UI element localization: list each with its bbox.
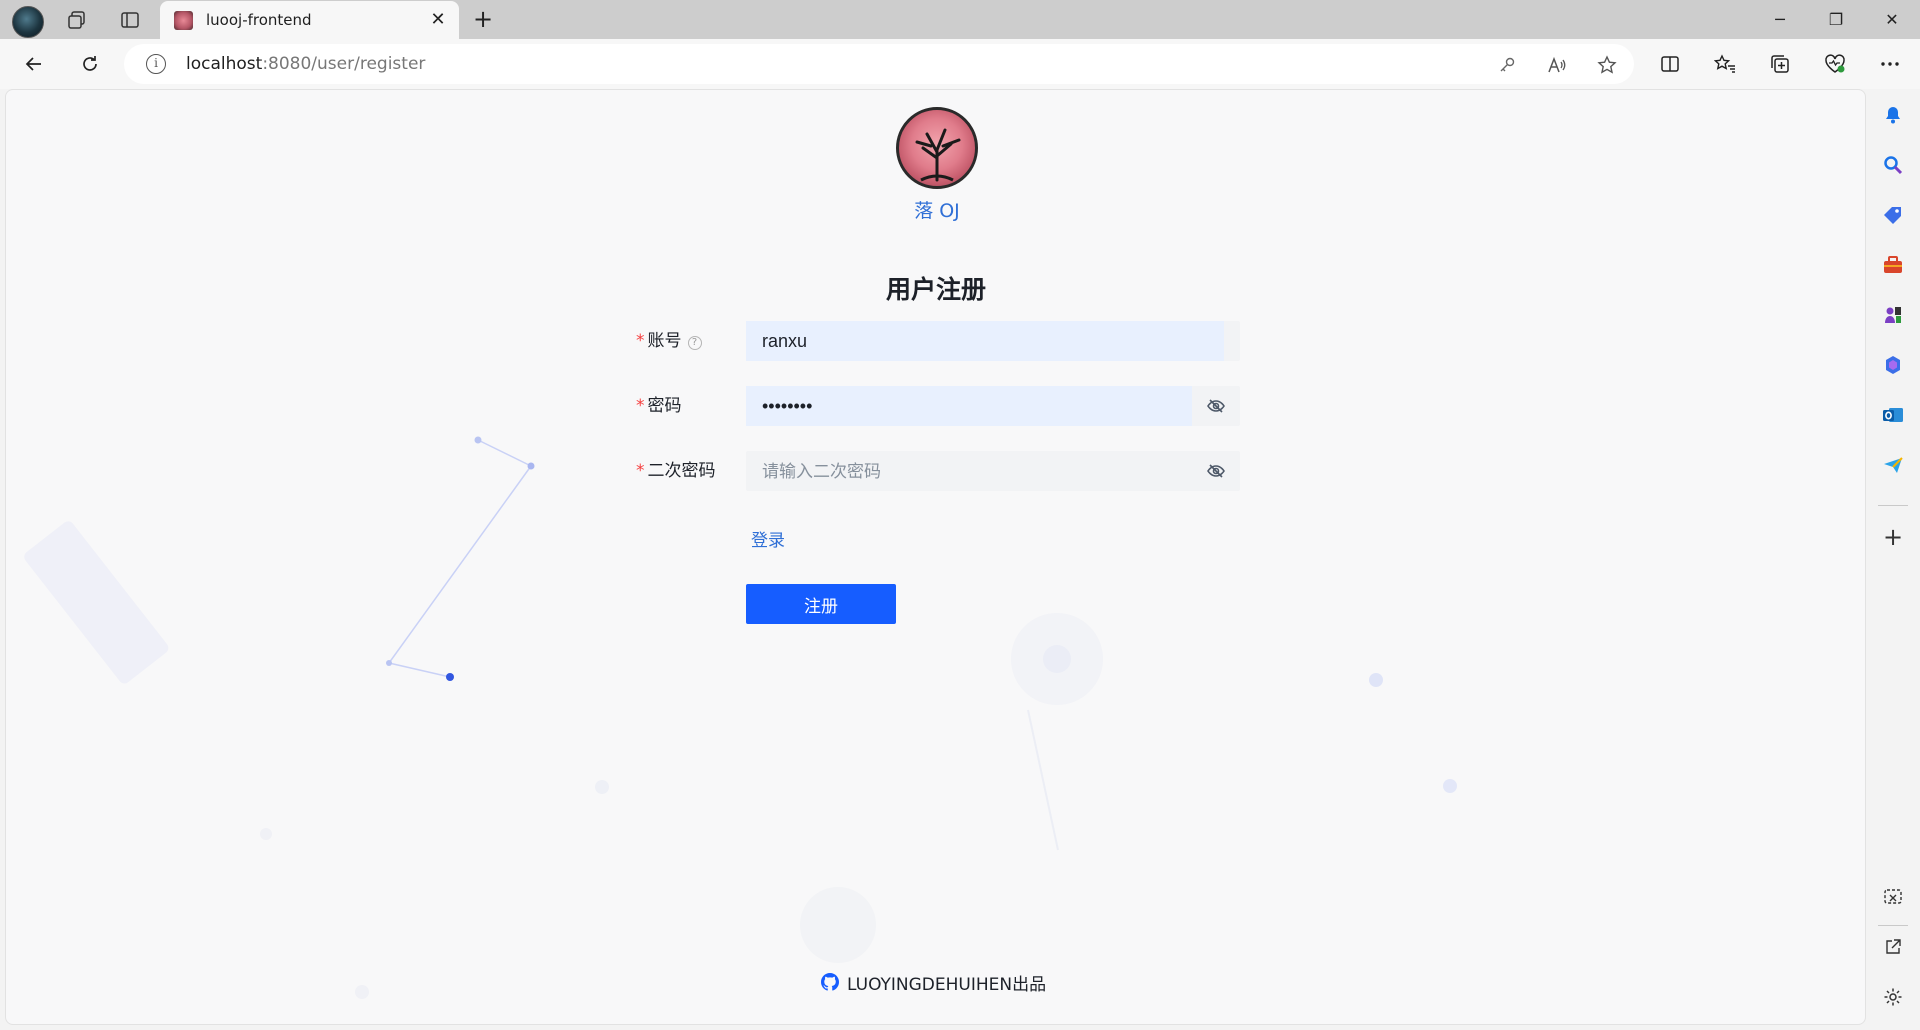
- account-form-item: * 账号?: [636, 321, 1240, 361]
- favorite-star-icon[interactable]: [1594, 52, 1620, 78]
- refresh-button[interactable]: [74, 48, 106, 80]
- search-icon[interactable]: [1881, 153, 1905, 177]
- address-bar[interactable]: i localhost:8080/user/register: [124, 44, 1634, 84]
- collections-icon[interactable]: [1764, 48, 1796, 80]
- tab-title: luooj-frontend: [206, 11, 312, 29]
- settings-icon[interactable]: [1881, 985, 1905, 1009]
- open-external-icon[interactable]: [1881, 935, 1905, 959]
- tab-favicon-icon: [174, 11, 193, 30]
- confirm-password-form-item: * 二次密码: [636, 451, 1240, 491]
- sidebar-divider: [1878, 505, 1908, 506]
- active-tab[interactable]: luooj-frontend ✕: [160, 1, 459, 39]
- account-input-wrapper[interactable]: [746, 321, 1240, 361]
- new-tab-button[interactable]: +: [468, 5, 498, 35]
- password-form-item: * 密码: [636, 386, 1240, 426]
- minimize-button[interactable]: ─: [1752, 0, 1808, 39]
- login-link[interactable]: 登录: [751, 526, 785, 551]
- page-viewport: 落 OJ 用户注册 *账号? *密码 *二次密码: [5, 89, 1866, 1025]
- background-decoration: [24, 436, 1457, 999]
- favorites-icon[interactable]: [1709, 48, 1741, 80]
- bell-icon[interactable]: [1881, 103, 1905, 127]
- tab-actions-icon[interactable]: [116, 6, 144, 34]
- password-input-wrapper[interactable]: [746, 386, 1240, 426]
- sidebar-divider: [1878, 925, 1908, 926]
- account-input[interactable]: [762, 321, 1182, 361]
- tab-close-icon[interactable]: ✕: [427, 9, 449, 31]
- password-label: * 密码: [636, 396, 682, 416]
- footer-text: LUOYINGDEHUIHEN出品: [847, 974, 1047, 995]
- read-aloud-icon[interactable]: [1544, 52, 1570, 78]
- screenshot-icon[interactable]: [1881, 885, 1905, 909]
- required-marker: *: [636, 396, 645, 416]
- info-icon[interactable]: i: [146, 54, 166, 74]
- confirm-password-input-wrapper[interactable]: [746, 451, 1240, 491]
- github-icon[interactable]: [821, 973, 839, 991]
- site-logo: [896, 107, 978, 189]
- close-window-button[interactable]: ✕: [1864, 0, 1920, 39]
- add-icon[interactable]: +: [1881, 523, 1905, 551]
- form-title: 用户注册: [885, 275, 986, 304]
- url-text[interactable]: localhost:8080/user/register: [186, 54, 425, 74]
- required-marker: *: [636, 461, 645, 481]
- split-screen-icon[interactable]: [1654, 48, 1686, 80]
- navigation-bar: i localhost:8080/user/register: [0, 39, 1920, 89]
- password-input[interactable]: [762, 386, 1182, 426]
- eye-off-icon[interactable]: [1206, 396, 1226, 416]
- shopping-icon[interactable]: [1881, 203, 1905, 227]
- title-bar: luooj-frontend ✕ + ─ ❐ ✕: [0, 0, 1920, 39]
- workspaces-icon[interactable]: [63, 6, 91, 34]
- site-title: 落 OJ: [914, 200, 960, 222]
- more-icon[interactable]: [1874, 48, 1906, 80]
- register-button[interactable]: 注册: [746, 584, 896, 624]
- profile-avatar[interactable]: [12, 6, 44, 38]
- edge-sidebar: +: [1866, 89, 1920, 1030]
- eye-off-icon[interactable]: [1206, 461, 1226, 481]
- browser-essentials-icon[interactable]: [1819, 48, 1851, 80]
- help-icon[interactable]: ?: [687, 336, 702, 350]
- account-label: * 账号?: [636, 321, 756, 361]
- copilot-icon[interactable]: [1881, 353, 1905, 377]
- back-button[interactable]: [18, 48, 50, 80]
- telegram-icon[interactable]: [1881, 453, 1905, 477]
- confirm-password-input[interactable]: [762, 451, 1182, 491]
- games-icon[interactable]: [1881, 303, 1905, 327]
- footer: LUOYINGDEHUIHEN出品: [821, 970, 1047, 995]
- required-marker: *: [636, 331, 645, 351]
- confirm-password-label: * 二次密码: [636, 461, 716, 481]
- tools-icon[interactable]: [1881, 253, 1905, 277]
- maximize-button[interactable]: ❐: [1808, 0, 1864, 39]
- key-icon[interactable]: [1494, 52, 1520, 78]
- outlook-icon[interactable]: [1881, 403, 1905, 427]
